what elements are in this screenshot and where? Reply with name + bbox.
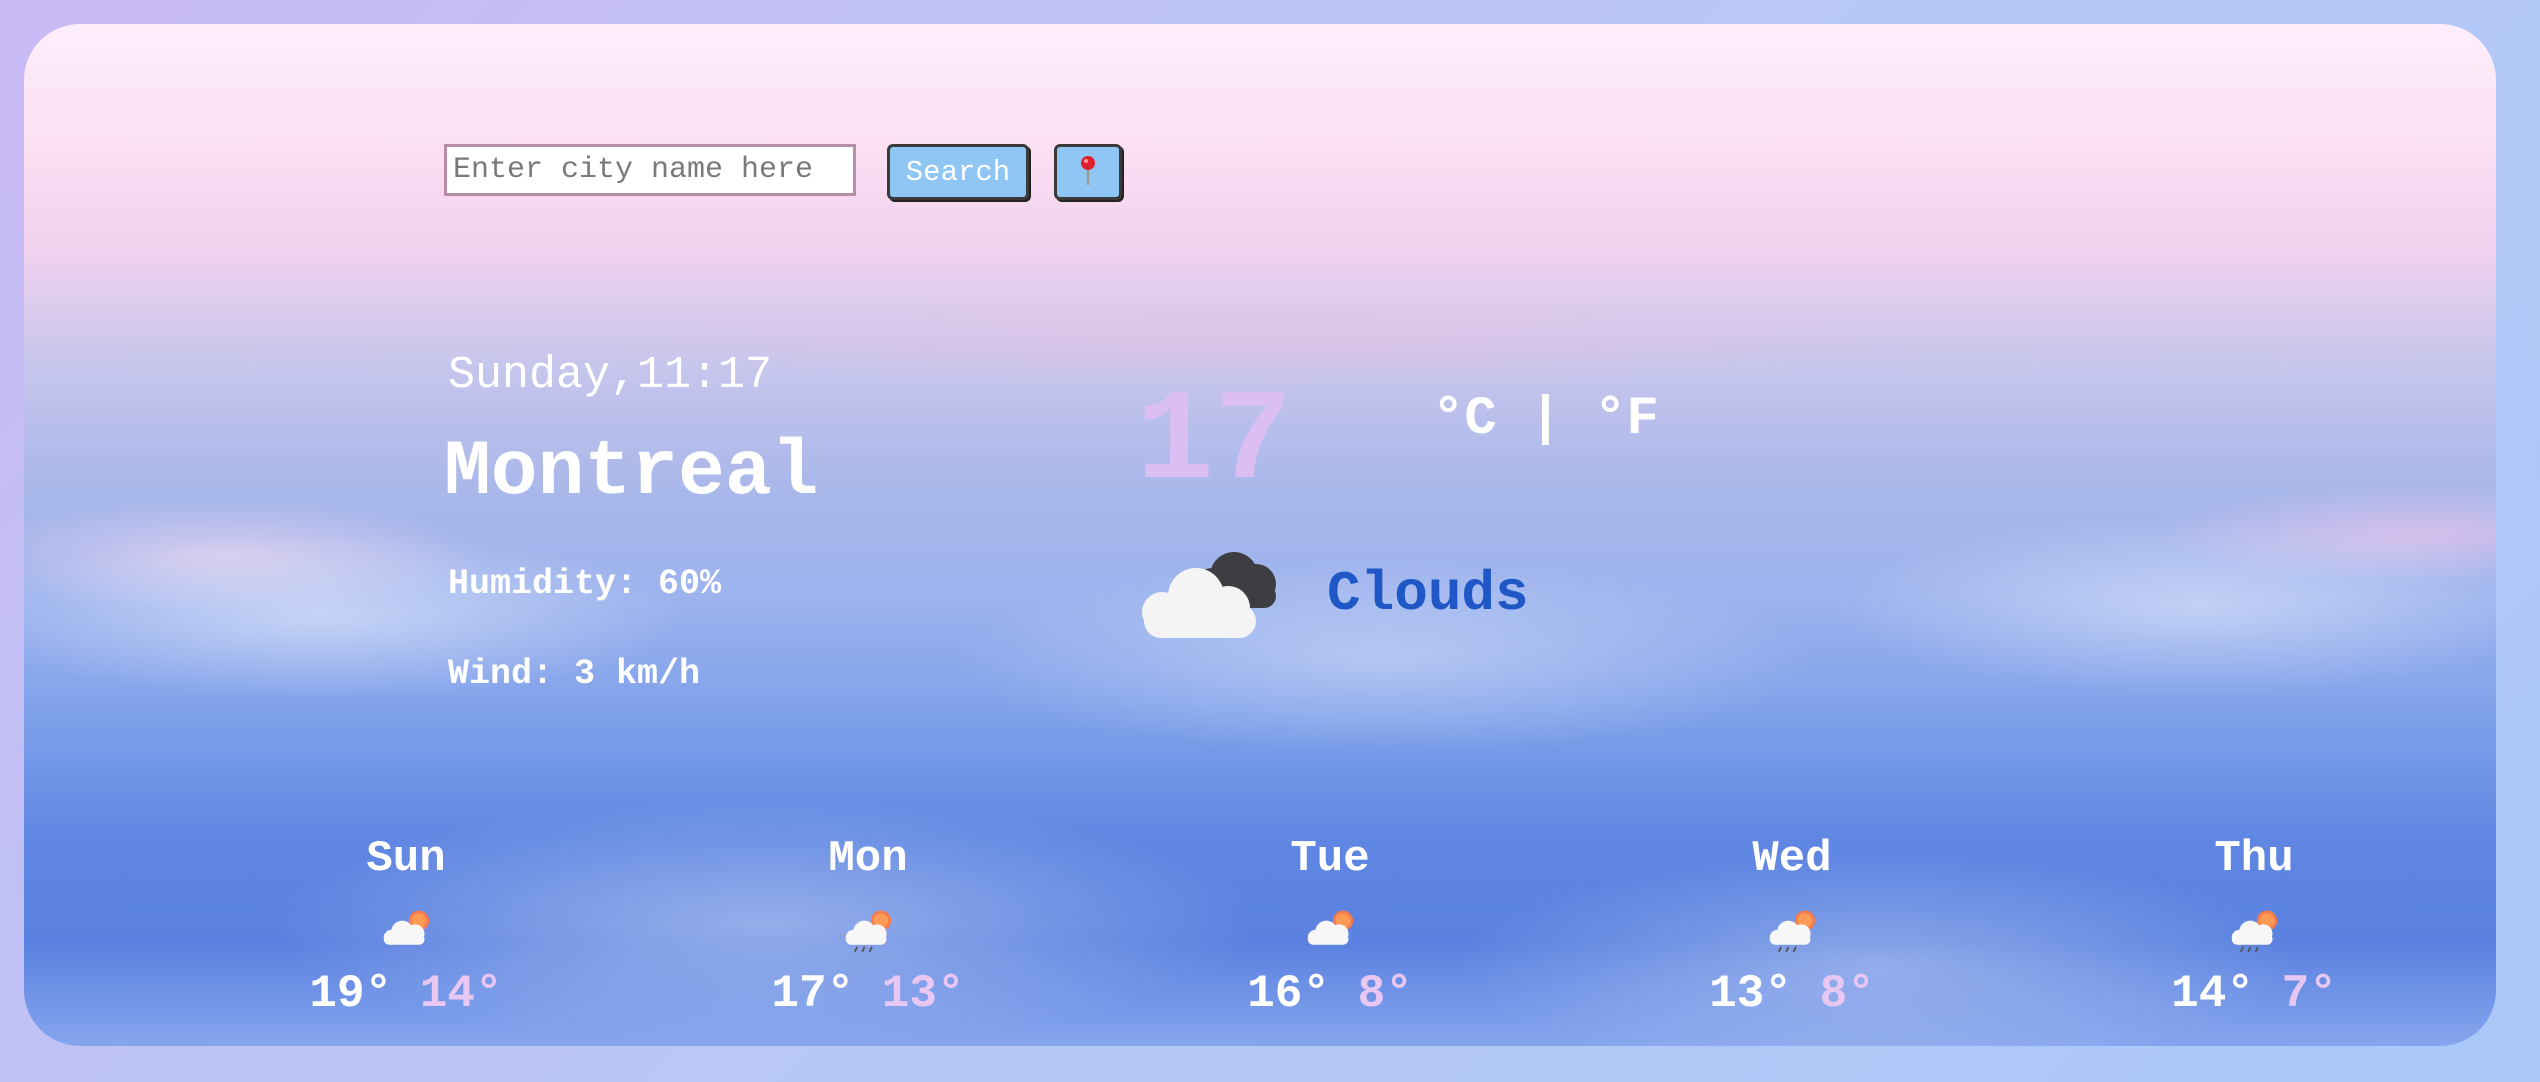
partly-cloudy-icon	[1307, 910, 1354, 945]
weather-description: Clouds	[1327, 562, 1529, 626]
celsius-link[interactable]: °C	[1432, 389, 1497, 450]
forecast-day-name: Tue	[1290, 834, 1370, 884]
city-name: Montreal	[444, 429, 819, 517]
forecast-day: Wed 13° 8°	[1642, 834, 1942, 1020]
forecast-min-temp: 8°	[1357, 968, 1413, 1020]
rain-sun-icon	[845, 910, 892, 953]
humidity: Humidity: 60%	[448, 564, 722, 604]
partly-cloudy-icon	[383, 910, 430, 945]
search-button[interactable]: Search	[887, 144, 1029, 200]
forecast-day: Mon 17° 13°	[718, 834, 1018, 1020]
forecast-max-temp: 14°	[2171, 968, 2254, 1020]
forecast-max-temp: 13°	[1709, 968, 1792, 1020]
rain-sun-icon	[1769, 910, 1816, 953]
forecast-day-name: Wed	[1752, 834, 1832, 884]
forecast-temps: 16° 8°	[1180, 968, 1480, 1020]
forecast-temps: 13° 8°	[1642, 968, 1942, 1020]
forecast-day-name: Thu	[2214, 834, 2294, 884]
forecast-min-temp: 14°	[419, 968, 503, 1020]
forecast-max-temp: 19°	[309, 968, 393, 1020]
forecast-day: Tue 16° 8°	[1180, 834, 1480, 1020]
weather-card: Search Sunday,11:17 Montreal Humidity: 6…	[24, 24, 2496, 1046]
current-temperature: 17	[1136, 370, 1293, 517]
clouds-icon	[1142, 552, 1276, 638]
search-input[interactable]	[444, 144, 856, 196]
forecast-day: Thu 14° 7°	[2104, 834, 2404, 1020]
forecast-temps: 17° 13°	[718, 968, 1018, 1020]
forecast-day-name: Mon	[828, 834, 908, 884]
forecast-min-temp: 7°	[2281, 968, 2337, 1020]
forecast-min-temp: 13°	[881, 968, 965, 1020]
forecast-temps: 19° 14°	[256, 968, 556, 1020]
current-datetime: Sunday,11:17	[448, 350, 773, 401]
pin-icon	[1081, 155, 1095, 185]
rain-sun-icon	[2231, 910, 2278, 953]
forecast-min-temp: 8°	[1819, 968, 1875, 1020]
forecast-day-name: Sun	[366, 834, 446, 884]
unit-toggle: °C | °F	[1432, 389, 1659, 450]
forecast-temps: 14° 7°	[2104, 968, 2404, 1020]
current-location-button[interactable]	[1054, 144, 1122, 200]
wind: Wind: 3 km/h	[448, 654, 701, 694]
fahrenheit-link[interactable]: °F	[1594, 389, 1659, 450]
forecast-day: Sun 19° 14°	[256, 834, 556, 1020]
forecast-max-temp: 16°	[1247, 968, 1330, 1020]
unit-separator: |	[1529, 389, 1562, 450]
forecast-max-temp: 17°	[771, 968, 855, 1020]
